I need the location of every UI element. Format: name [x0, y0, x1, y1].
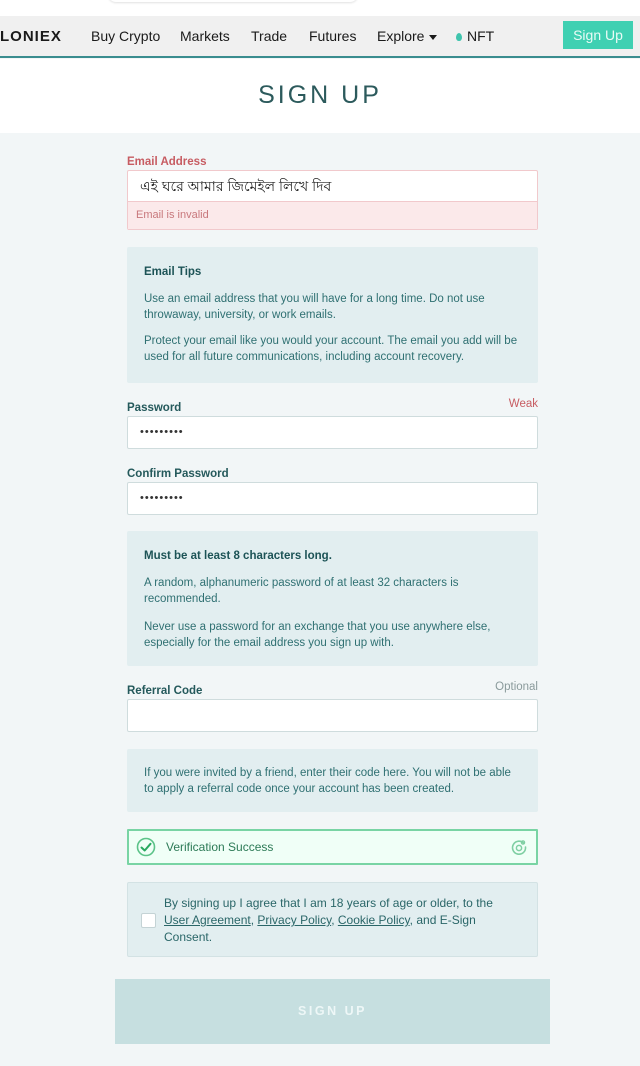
sign-up-submit-button[interactable]: SIGN UP [115, 979, 550, 1044]
email-tips-text-1: Use an email address that you will have … [144, 293, 485, 321]
confirm-password-label: Confirm Password [127, 468, 229, 480]
email-error-message: Email is invalid [128, 202, 537, 229]
agreement-text: By signing up I agree that I am 18 years… [164, 896, 493, 944]
agreement-prefix: By signing up I agree that I am 18 years… [164, 896, 493, 910]
referral-label: Referral Code [127, 685, 203, 697]
password-tips-box: Must be at least 8 characters long. A ra… [127, 531, 538, 666]
nav-nft[interactable]: NFT [456, 28, 494, 44]
password-tips-text-1: A random, alphanumeric password of at le… [144, 577, 459, 605]
referral-code-input[interactable] [127, 699, 538, 732]
confirm-password-label-row: Confirm Password [127, 464, 538, 482]
agreement-checkbox[interactable] [141, 913, 156, 928]
nav-explore-label: Explore [377, 28, 425, 44]
user-agreement-link[interactable]: User Agreement [164, 913, 251, 927]
nav-trade[interactable]: Trade [251, 28, 287, 44]
cookie-policy-link[interactable]: Cookie Policy [338, 913, 410, 927]
password-tips-text-2: Never use a password for an exchange tha… [144, 621, 491, 649]
browser-top-strip [0, 0, 640, 16]
password-strength: Weak [508, 398, 538, 410]
caret-down-icon [429, 34, 438, 40]
email-tips-box: Email Tips Use an email address that you… [127, 247, 538, 383]
page-header: SIGN UP [0, 59, 640, 133]
email-input[interactable]: এই ঘরে আমার জিমেইল লিখে দিব [128, 171, 537, 202]
captcha-logo-icon [511, 840, 527, 855]
confirm-password-input[interactable]: ••••••••• [127, 482, 538, 515]
referral-tips-box: If you were invited by a friend, enter t… [127, 749, 538, 812]
verification-status: Verification Success [166, 840, 274, 854]
email-label: Email Address [127, 156, 207, 168]
password-label: Password [127, 402, 182, 414]
address-pill [108, 0, 358, 2]
captcha-verification[interactable]: Verification Success [127, 829, 538, 865]
esign-link[interactable]: E-Sign [440, 913, 476, 927]
agreement-and: , and [409, 913, 437, 927]
referral-label-row: Referral Code Optional [127, 681, 538, 699]
email-tips-heading: Email Tips [144, 266, 202, 278]
page-title: SIGN UP [258, 81, 382, 109]
referral-tips-text: If you were invited by a friend, enter t… [144, 767, 511, 795]
nav-futures[interactable]: Futures [309, 28, 356, 44]
password-input[interactable]: ••••••••• [127, 416, 538, 449]
drop-icon [456, 33, 462, 42]
nav-explore[interactable]: Explore [377, 28, 438, 44]
email-field-group: এই ঘরে আমার জিমেইল লিখে দিব Email is inv… [127, 170, 538, 230]
navbar: LONIEX Buy Crypto Markets Trade Futures … [0, 16, 640, 58]
email-label-row: Email Address [127, 152, 538, 170]
agreement-box: By signing up I agree that I am 18 years… [127, 882, 538, 957]
nav-nft-label: NFT [467, 28, 495, 44]
email-tips-text-2: Protect your email like you would your a… [144, 335, 518, 363]
nav-signup-button[interactable]: Sign Up [563, 21, 633, 49]
referral-optional: Optional [495, 681, 538, 693]
esign-consent: Consent. [164, 930, 213, 944]
check-circle-icon [136, 837, 156, 857]
nav-buy-crypto[interactable]: Buy Crypto [91, 28, 160, 44]
password-label-row: Password Weak [127, 398, 538, 416]
nav-markets[interactable]: Markets [180, 28, 230, 44]
password-tips-heading: Must be at least 8 characters long. [144, 550, 332, 562]
logo[interactable]: LONIEX [0, 28, 62, 45]
privacy-policy-link[interactable]: Privacy Policy [257, 913, 331, 927]
